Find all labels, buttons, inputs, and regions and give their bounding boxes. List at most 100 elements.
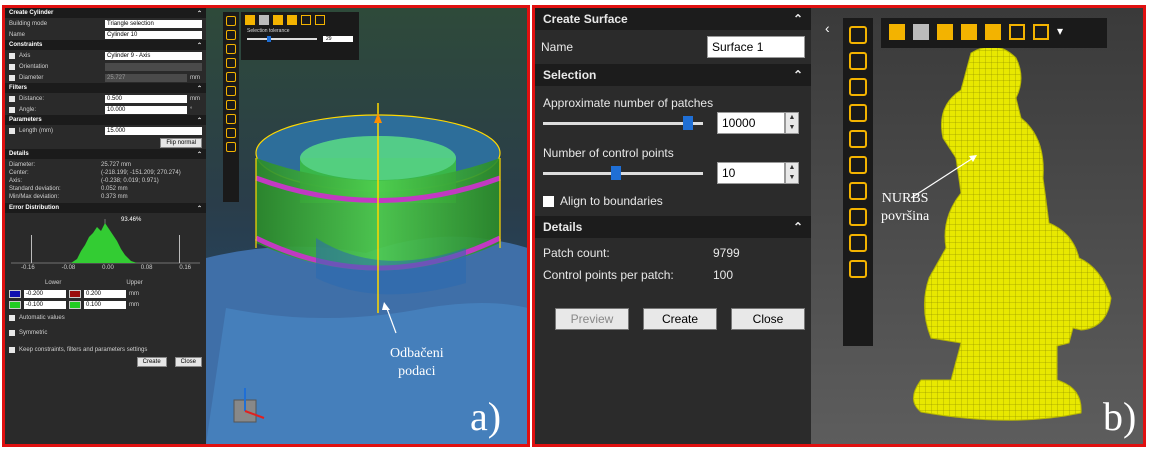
tolerance-input[interactable]: 29 — [323, 36, 353, 42]
control-points-slider[interactable] — [543, 164, 711, 182]
lower-color-swatch[interactable] — [9, 300, 21, 309]
curve-select-icon[interactable] — [849, 208, 867, 226]
polyline-select-icon[interactable] — [226, 44, 236, 54]
lower-bound-input[interactable]: -0.100 — [24, 300, 66, 309]
arrow-icon[interactable] — [937, 24, 953, 40]
angle-checkbox[interactable] — [9, 106, 15, 113]
collapse-icon[interactable]: ⌃ — [197, 42, 202, 49]
diameter-checkbox[interactable] — [9, 74, 15, 81]
discarded-data-annotation: Odbačeni podaci — [390, 346, 444, 379]
section-title: Details — [9, 151, 29, 157]
arrow-icon[interactable] — [287, 15, 297, 25]
angle-input[interactable]: 10.000 — [105, 105, 187, 114]
patches-slider[interactable] — [543, 114, 711, 132]
selection-header[interactable]: Selection ⌃ — [535, 64, 811, 86]
filters-header[interactable]: Filters ⌃ — [5, 83, 206, 93]
close-button[interactable]: Close — [174, 357, 202, 367]
spin-buttons[interactable]: ▲ ▼ — [785, 112, 799, 134]
layer-icon[interactable] — [889, 24, 905, 40]
polyline-select-icon[interactable] — [849, 78, 867, 96]
arc-select-icon[interactable] — [849, 156, 867, 174]
triangle-select-icon[interactable] — [226, 128, 236, 138]
rectangle-select-icon[interactable] — [226, 16, 236, 26]
axis-checkbox[interactable] — [9, 52, 15, 59]
arrow-icon[interactable] — [273, 15, 283, 25]
collapse-icon[interactable]: ⌃ — [197, 151, 202, 158]
triangle-select-icon[interactable] — [849, 234, 867, 252]
layer-icon[interactable] — [259, 15, 269, 25]
axis-select[interactable]: Cylinder 9 - Axis — [105, 51, 202, 60]
arc-select-icon[interactable] — [226, 58, 236, 68]
select-through-icon[interactable] — [1009, 24, 1025, 40]
arrow-icon[interactable] — [985, 24, 1001, 40]
name-input[interactable]: Surface 1 — [707, 36, 805, 58]
lasso-select-icon[interactable] — [849, 52, 867, 70]
close-button[interactable]: Close — [731, 308, 805, 330]
upper-bound-input[interactable]: 0.100 — [84, 300, 126, 309]
histogram-tick: 0.08 — [140, 265, 153, 271]
align-checkbox[interactable] — [543, 195, 554, 207]
select-visible-icon[interactable] — [1033, 24, 1049, 40]
automatic-values-checkbox[interactable] — [9, 314, 15, 321]
collapse-icon[interactable]: ⌃ — [197, 10, 202, 17]
arc-select-icon[interactable] — [226, 86, 236, 96]
select-through-icon[interactable] — [301, 15, 311, 25]
blob-select-icon[interactable] — [849, 260, 867, 278]
curve-select-icon[interactable] — [226, 114, 236, 124]
distance-checkbox[interactable] — [9, 95, 15, 102]
arc-select-icon[interactable] — [849, 182, 867, 200]
create-button[interactable]: Create — [643, 308, 717, 330]
distance-input[interactable]: 0.500 — [105, 94, 187, 103]
collapse-icon[interactable]: ⌃ — [793, 68, 803, 82]
create-cylinder-header[interactable]: Create Cylinder ⌃ — [5, 8, 206, 18]
preview-button[interactable]: Preview — [555, 308, 629, 330]
symmetric-checkbox[interactable] — [9, 329, 15, 336]
flip-normal-button[interactable]: Flip normal — [160, 137, 202, 148]
collapse-icon[interactable]: ⌃ — [197, 117, 202, 124]
arc-select-icon[interactable] — [226, 100, 236, 110]
details-header[interactable]: Details ⌃ — [5, 149, 206, 159]
error-bound-row: -0.200 0.200 mm — [5, 288, 206, 299]
parameters-header[interactable]: Parameters ⌃ — [5, 115, 206, 125]
rectangle-select-icon[interactable] — [849, 26, 867, 44]
control-points-input[interactable]: 10 — [717, 162, 785, 184]
collapse-icon[interactable]: ⌃ — [793, 12, 803, 26]
details-header[interactable]: Details ⌃ — [535, 216, 811, 238]
layer-icon[interactable] — [913, 24, 929, 40]
arrow-icon[interactable] — [961, 24, 977, 40]
select-visible-icon[interactable] — [315, 15, 325, 25]
collapse-icon[interactable]: ⌃ — [197, 85, 202, 92]
keep-settings-checkbox[interactable] — [9, 346, 15, 353]
arc-select-icon[interactable] — [226, 72, 236, 82]
slider-thumb[interactable] — [610, 166, 621, 180]
layer-icon[interactable] — [245, 15, 255, 25]
slider-thumb[interactable] — [682, 116, 693, 130]
viewport-a[interactable] — [206, 8, 528, 444]
length-input[interactable]: 15.000 — [105, 126, 202, 135]
lasso-select-icon[interactable] — [226, 30, 236, 40]
chevron-down-icon[interactable]: ▾ — [1057, 24, 1063, 40]
patches-input[interactable]: 10000 — [717, 112, 785, 134]
upper-bound-input[interactable]: 0.200 — [84, 289, 126, 298]
collapse-icon[interactable]: ⌃ — [197, 205, 202, 212]
arc-select-icon[interactable] — [849, 130, 867, 148]
collapse-icon[interactable]: ⌃ — [793, 220, 803, 234]
building-mode-select[interactable]: Triangle selection — [105, 19, 202, 28]
slider-thumb[interactable] — [267, 36, 271, 42]
tolerance-slider[interactable] — [247, 36, 317, 42]
create-button[interactable]: Create — [136, 357, 167, 367]
spin-buttons[interactable]: ▲ ▼ — [785, 162, 799, 184]
arc-select-icon[interactable] — [849, 104, 867, 122]
upper-color-swatch[interactable] — [69, 289, 81, 298]
collapse-panel-icon[interactable]: ‹ — [825, 20, 830, 36]
constraints-header[interactable]: Constraints ⌃ — [5, 40, 206, 50]
length-checkbox[interactable] — [9, 127, 15, 134]
name-input[interactable]: Cylinder 10 — [105, 30, 202, 39]
create-surface-header[interactable]: Create Surface ⌃ — [535, 8, 811, 30]
lower-color-swatch[interactable] — [9, 289, 21, 298]
error-distribution-header[interactable]: Error Distribution ⌃ — [5, 203, 206, 213]
blob-select-icon[interactable] — [226, 142, 236, 152]
orientation-checkbox[interactable] — [9, 63, 15, 70]
upper-color-swatch[interactable] — [69, 300, 81, 309]
lower-bound-input[interactable]: -0.200 — [24, 289, 66, 298]
